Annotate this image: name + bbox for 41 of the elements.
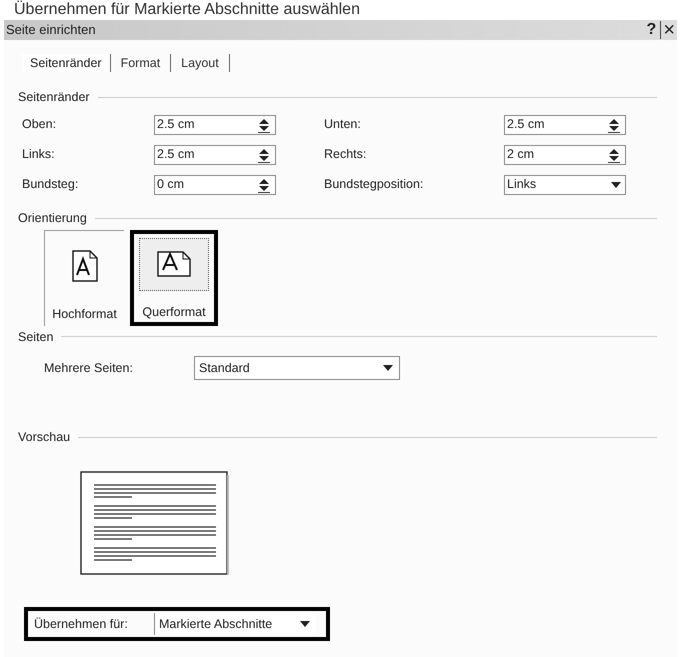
spin-field[interactable]: 2.5 cm: [154, 114, 276, 135]
spinner-icon[interactable]: [257, 146, 271, 163]
landscape-page-icon: [157, 251, 191, 278]
field-label: Oben:: [22, 117, 56, 132]
field-label: Bundsteg:: [22, 177, 78, 192]
spinner-icon[interactable]: [257, 176, 271, 193]
field-label: Rechts:: [324, 147, 366, 162]
field-label: Links:: [22, 147, 55, 162]
dropdown-caret-icon[interactable]: [300, 621, 310, 627]
spinner-icon[interactable]: [257, 116, 271, 133]
dropdown-field[interactable]: Standard: [194, 356, 400, 380]
field-label: Bundstegposition:: [324, 177, 424, 192]
tab[interactable]: Format: [110, 54, 172, 72]
dropdown-caret-icon[interactable]: [611, 182, 621, 188]
portrait-page-icon: [72, 250, 98, 282]
field-label: Unten:: [324, 117, 361, 132]
dropdown-caret-icon[interactable]: [383, 365, 393, 372]
spinner-icon[interactable]: [607, 146, 621, 163]
spinner-icon[interactable]: [607, 116, 621, 133]
spin-field[interactable]: 2.5 cm: [504, 114, 626, 135]
option-label: Hochformat: [52, 306, 117, 320]
group-heading: Seiten: [18, 328, 54, 346]
help-button[interactable]: ?: [642, 21, 662, 39]
field-label: Mehrere Seiten:: [44, 360, 133, 375]
spin-field[interactable]: 2.5 cm: [154, 144, 276, 165]
tab[interactable]: Layout: [171, 54, 230, 72]
orientation-option[interactable]: Hochformat: [44, 230, 124, 326]
dropdown-field[interactable]: Links: [504, 174, 626, 195]
tab[interactable]: Seitenränder: [22, 54, 111, 72]
group-heading: Orientierung: [18, 210, 87, 227]
close-button[interactable]: ×: [661, 21, 677, 39]
group-heading: Vorschau: [18, 429, 70, 446]
orientation-option[interactable]: Querformat: [130, 230, 218, 326]
caption: Übernehmen für Markierte Abschnitte auswählen: [14, 1, 360, 19]
group-heading: Seitenränder: [18, 89, 90, 106]
spin-field[interactable]: 2 cm: [504, 144, 626, 165]
spin-field[interactable]: 0 cm: [154, 174, 276, 195]
field-label: Übernehmen für:: [34, 616, 128, 631]
window-title: Seite einrichten: [6, 21, 96, 40]
dropdown-field[interactable]: Markierte Abschnitte: [154, 613, 316, 635]
option-label: Querformat: [142, 304, 206, 319]
